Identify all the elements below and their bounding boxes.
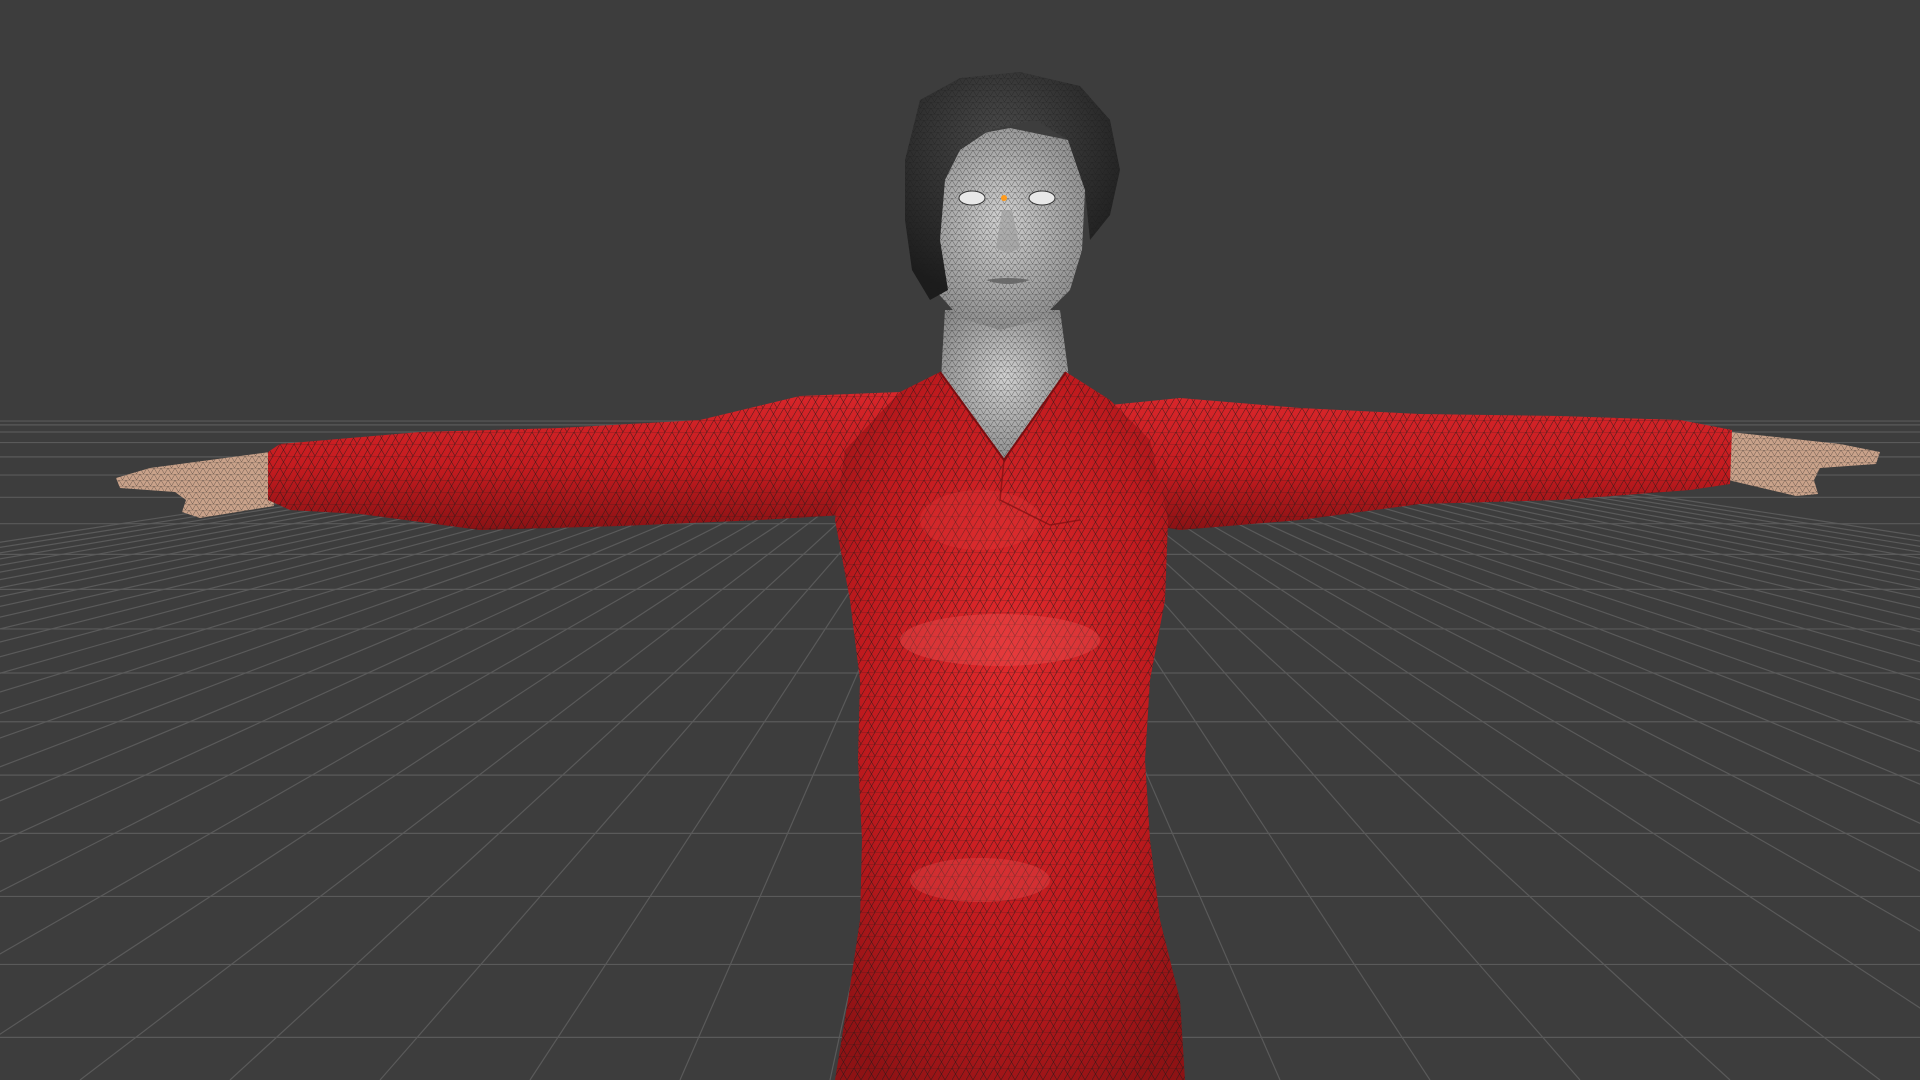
viewport-canvas[interactable] — [0, 0, 1920, 1080]
left-eye — [958, 190, 986, 206]
right-eye — [1028, 190, 1056, 206]
origin-marker[interactable] — [1001, 195, 1007, 201]
3d-viewport[interactable] — [0, 0, 1920, 1080]
dress-torso — [835, 371, 1185, 1080]
